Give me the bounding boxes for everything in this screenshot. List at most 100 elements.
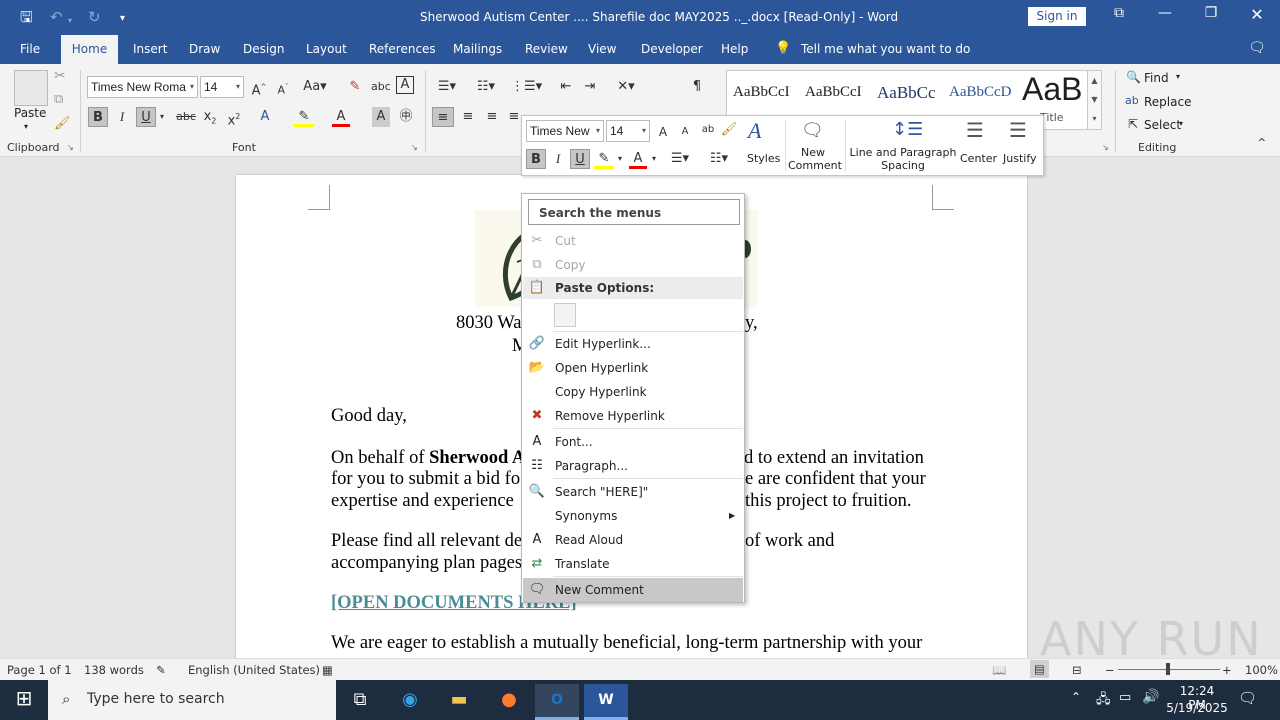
change-case-icon[interactable]: Aa▾ <box>302 77 328 97</box>
mini-line-spacing-button[interactable]: Line and Paragraph Spacing <box>848 146 958 172</box>
mini-line-spacing-icon[interactable]: ↕☰ <box>892 119 923 140</box>
proofing-icon[interactable]: ✎ <box>156 663 166 677</box>
align-left-button[interactable]: ≡ <box>432 107 454 127</box>
mini-clear-format-icon[interactable]: ab <box>699 120 717 140</box>
style-heading-2[interactable]: AaBbCcD <box>949 84 1012 101</box>
show-formatting-marks-icon[interactable]: ¶ <box>688 77 706 97</box>
tab-draw[interactable]: Draw <box>189 42 220 56</box>
mini-font-color-dropdown-icon[interactable]: ▾ <box>649 149 659 169</box>
mini-new-comment-button[interactable]: New Comment <box>788 146 842 172</box>
mini-bold-button[interactable]: B <box>526 149 546 169</box>
paste-button[interactable]: Paste <box>14 106 46 120</box>
shrink-font-icon[interactable]: Aˇ <box>274 77 292 97</box>
replace-button[interactable]: Replace <box>1144 95 1191 109</box>
superscript-button[interactable]: x2 <box>225 107 243 128</box>
task-view-icon[interactable]: ⧉ <box>338 684 382 720</box>
zoom-in-button[interactable]: + <box>1222 663 1232 677</box>
menu-item-remove-hyperlink[interactable]: ✖ Remove Hyperlink <box>523 404 743 428</box>
mini-size-combo[interactable]: 14 ▾ <box>606 120 650 142</box>
zoom-slider-thumb[interactable] <box>1166 663 1170 675</box>
clear-formatting-icon[interactable]: ✎ <box>346 77 364 97</box>
mini-font-combo[interactable]: Times New ▾ <box>526 120 604 142</box>
network-icon[interactable]: 🖧 <box>1096 690 1111 712</box>
tab-developer[interactable]: Developer <box>641 42 703 56</box>
grow-font-icon[interactable]: A^ <box>250 77 268 98</box>
underline-dropdown-icon[interactable]: ▾ <box>157 107 167 127</box>
enclose-characters-icon[interactable]: ㊥ <box>397 107 415 127</box>
multilevel-list-icon[interactable]: ⋮☰▾ <box>511 77 542 97</box>
menu-item-search[interactable]: 🔍 Search "HERE]" <box>523 480 743 504</box>
volume-icon[interactable]: 🔊 <box>1142 689 1159 705</box>
keep-text-only-paste-icon[interactable] <box>554 303 576 327</box>
character-shading-icon[interactable]: A <box>372 107 390 127</box>
font-name-combo[interactable]: Times New Roma ▾ <box>87 76 198 98</box>
show-hidden-icons[interactable]: ⌃ <box>1071 690 1081 704</box>
mini-underline-button[interactable]: U <box>570 149 590 169</box>
maximize-button[interactable]: ❐ <box>1196 5 1226 21</box>
style-title[interactable]: AaB <box>1022 71 1082 108</box>
menu-item-open-hyperlink[interactable]: 📂 Open Hyperlink <box>523 356 743 380</box>
tab-home[interactable]: Home <box>61 35 118 64</box>
copy-icon[interactable]: ⧉ <box>54 92 63 107</box>
save-icon[interactable]: 🖫 <box>20 8 33 26</box>
underline-button[interactable]: U <box>136 107 156 127</box>
undo-dropdown-icon[interactable]: ▾ <box>68 12 72 30</box>
mini-justify-icon[interactable]: ☰ <box>1009 118 1027 142</box>
customize-qat-icon[interactable]: ▾ <box>120 10 125 28</box>
mini-styles-button[interactable]: Styles <box>747 152 780 165</box>
italic-button[interactable]: I <box>113 107 131 127</box>
font-launcher-icon[interactable]: ↘ <box>411 143 418 152</box>
minimize-button[interactable]: — <box>1150 5 1180 21</box>
word-icon[interactable]: W <box>584 684 628 720</box>
tab-mailings[interactable]: Mailings <box>453 42 502 56</box>
character-border-icon[interactable]: A <box>396 76 414 94</box>
zoom-out-button[interactable]: − <box>1105 663 1115 677</box>
start-button[interactable]: ⊞ <box>2 682 46 718</box>
clipboard-launcher-icon[interactable]: ↘ <box>67 143 74 152</box>
mini-shrink-font-icon[interactable]: A <box>677 122 693 142</box>
subscript-button[interactable]: x2 <box>201 107 219 127</box>
decrease-indent-icon[interactable]: ⇤ <box>556 77 576 97</box>
style-no-spacing[interactable]: AaBbCcI <box>805 84 862 101</box>
tab-help[interactable]: Help <box>721 42 748 56</box>
text-effects-icon[interactable]: A <box>256 107 274 127</box>
paste-dropdown-icon[interactable]: ▾ <box>24 122 28 131</box>
language-indicator[interactable]: English (United States) <box>188 663 320 677</box>
numbering-icon[interactable]: ☷▾ <box>472 77 500 97</box>
menu-item-paragraph[interactable]: ☷ Paragraph... <box>523 454 743 478</box>
select-button[interactable]: Select <box>1144 118 1181 132</box>
ribbon-display-options-icon[interactable]: ⧉ <box>1104 5 1134 21</box>
page-count[interactable]: Page 1 of 1 <box>7 663 72 677</box>
tab-layout[interactable]: Layout <box>306 42 347 56</box>
align-center-button[interactable]: ≡ <box>458 107 478 127</box>
select-dropdown-icon[interactable]: ▾ <box>1179 119 1183 128</box>
bold-button[interactable]: B <box>88 107 108 127</box>
undo-icon[interactable]: ↶ <box>50 8 63 26</box>
mini-italic-button[interactable]: I <box>549 149 567 169</box>
highlight-color-icon[interactable]: ✎ <box>294 107 314 127</box>
mini-font-color-icon[interactable]: A <box>629 149 647 169</box>
mini-center-button[interactable]: Center <box>960 152 997 165</box>
tab-review[interactable]: Review <box>525 42 568 56</box>
word-count[interactable]: 138 words <box>84 663 144 677</box>
increase-indent-icon[interactable]: ⇥ <box>580 77 600 97</box>
cut-icon[interactable]: ✂ <box>54 68 66 84</box>
redo-icon[interactable]: ↻ <box>88 8 101 26</box>
menu-item-copy[interactable]: ⧉ Copy <box>523 253 743 277</box>
tab-design[interactable]: Design <box>243 42 284 56</box>
menu-item-edit-hyperlink[interactable]: 🔗 Edit Hyperlink... <box>523 332 743 356</box>
device-icon[interactable]: ▭ <box>1119 690 1131 705</box>
mini-format-painter-icon[interactable]: 🖌 <box>720 120 738 140</box>
justify-button[interactable]: ≡ <box>506 107 522 127</box>
mini-center-icon[interactable]: ☰ <box>966 118 984 142</box>
align-right-button[interactable]: ≡ <box>482 107 502 127</box>
mini-grow-font-icon[interactable]: A <box>655 122 671 142</box>
asian-layout-icon[interactable]: ✕▾ <box>612 77 640 97</box>
web-layout-icon[interactable]: ⊟ <box>1072 663 1082 677</box>
sign-in-button[interactable]: Sign in <box>1028 7 1086 26</box>
menu-item-font[interactable]: A Font... <box>523 430 743 454</box>
mini-numbering-icon[interactable]: ☷▾ <box>704 149 734 169</box>
format-painter-icon[interactable]: 🖌 <box>54 116 71 131</box>
mini-justify-button[interactable]: Justify <box>1003 152 1037 165</box>
menu-item-copy-hyperlink[interactable]: Copy Hyperlink <box>523 380 743 404</box>
